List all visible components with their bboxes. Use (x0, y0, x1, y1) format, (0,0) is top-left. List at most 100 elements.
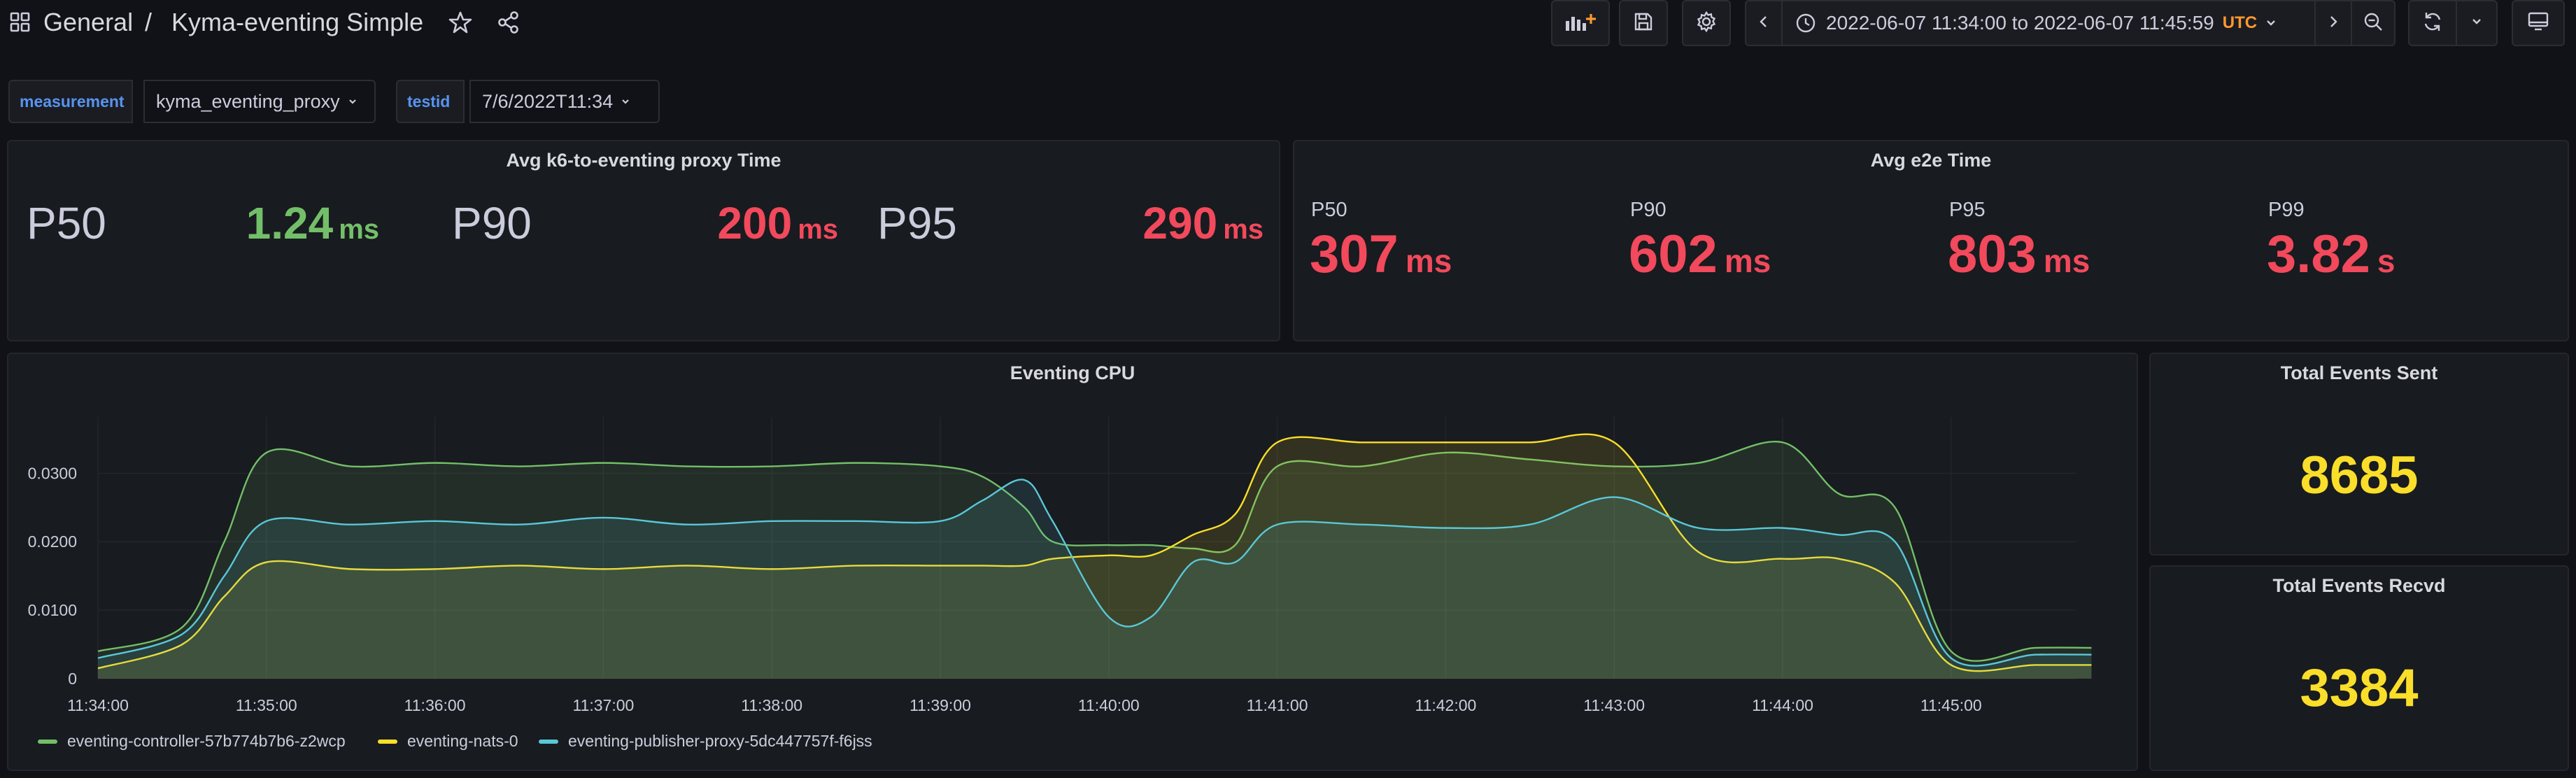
events-recvd-value: 3384 (2300, 658, 2419, 718)
legend-swatch (38, 739, 57, 744)
proxy-time-panel[interactable]: Avg k6-to-eventing proxy Time P50 1.24 ms… (7, 140, 1280, 341)
stat-label: P99 (2268, 199, 2305, 221)
timezone-label: UTC (2222, 13, 2258, 32)
measurement-variable-select[interactable]: kyma_eventing_proxy (143, 80, 376, 123)
breadcrumb-folder[interactable]: General (43, 8, 133, 37)
panel-title: Total Events Sent (2280, 362, 2438, 383)
panel-title: Total Events Recvd (2272, 575, 2446, 596)
stat-number: 1.24 (246, 198, 334, 248)
legend-item[interactable]: eventing-controller-57b774b7b6-z2wcp (38, 732, 346, 751)
time-range-picker[interactable]: 2022-06-07 11:34:00 to 2022-06-07 11:45:… (1781, 0, 2316, 46)
stat-label: P50 (1311, 199, 1347, 221)
refresh-icon (2421, 10, 2444, 36)
legend-swatch (378, 739, 397, 744)
stat-unit: ms (2043, 243, 2090, 279)
save-dashboard-button[interactable] (1619, 0, 1668, 46)
stat-number: 602 (1629, 225, 1718, 284)
x-tick-label: 11:36:00 (404, 696, 466, 714)
x-tick-label: 11:37:00 (572, 696, 634, 714)
stat-label: P90 (1630, 199, 1666, 221)
stat-value: 803 ms (1948, 224, 2090, 285)
clock-icon (1795, 13, 1816, 34)
x-tick-label: 11:45:00 (1920, 696, 1982, 714)
stat-value: 602 ms (1629, 224, 1771, 285)
x-tick-label: 11:41:00 (1247, 696, 1308, 714)
measurement-variable-value: kyma_eventing_proxy (156, 90, 340, 112)
chevron-down-icon (620, 96, 631, 107)
save-icon (1633, 11, 1654, 36)
stat-label: P95 (1949, 199, 1986, 221)
stat-unit: ms (798, 214, 838, 245)
stat-value: 290 ms (1142, 197, 1264, 249)
stat-unit: ms (1405, 243, 1452, 279)
stat-number: 290 (1142, 198, 1218, 248)
chevron-down-icon (2264, 16, 2278, 30)
time-shift-forward-button[interactable] (2314, 0, 2352, 46)
stat-number: 803 (1948, 225, 2037, 284)
stat-number: 307 (1310, 225, 1399, 284)
zoom-out-icon (2363, 11, 2384, 36)
x-tick-label: 11:42:00 (1415, 696, 1476, 714)
stat-number: 3.82 (2267, 225, 2370, 284)
y-tick-label: 0.0300 (28, 464, 77, 482)
x-tick-label: 11:34:00 (67, 696, 129, 714)
settings-icon (1695, 10, 1718, 36)
x-tick-label: 11:35:00 (236, 696, 297, 714)
y-tick-label: 0.0200 (28, 532, 77, 551)
testid-variable-select[interactable]: 7/6/2022T11:34 (469, 80, 660, 123)
star-icon[interactable] (448, 10, 473, 38)
legend-label: eventing-publisher-proxy-5dc447757f-f6js… (568, 732, 872, 750)
stat-unit: s (2377, 243, 2395, 279)
breadcrumb-separator: / (145, 8, 153, 36)
x-tick-label: 11:44:00 (1752, 696, 1813, 714)
share-icon[interactable] (496, 10, 521, 38)
panel-title: Avg k6-to-eventing proxy Time (506, 150, 781, 171)
x-tick-label: 11:43:00 (1583, 696, 1645, 714)
y-tick-label: 0 (68, 670, 77, 688)
cpu-chart[interactable]: 11:34:00 11:35:00 11:36:00 11:37:00 11:38:00… (8, 354, 2139, 772)
tv-icon (2527, 11, 2549, 36)
chevron-left-icon (1757, 13, 1771, 34)
stat-value: 1.24 ms (246, 197, 379, 249)
panel-title: Avg e2e Time (1870, 150, 1992, 171)
tv-mode-button[interactable] (2512, 0, 2565, 46)
stat-label: P95 (877, 198, 957, 248)
stat-unit: ms (1724, 243, 1771, 279)
apps-icon[interactable] (10, 12, 31, 33)
legend-item[interactable]: eventing-publisher-proxy-5dc447757f-f6js… (539, 732, 872, 751)
x-tick-label: 11:39:00 (910, 696, 971, 714)
chevron-down-icon (347, 96, 358, 107)
add-panel-button[interactable] (1551, 0, 1610, 46)
refresh-interval-dropdown[interactable] (2456, 0, 2498, 46)
total-events-recvd-panel[interactable]: Total Events Recvd 3384 (2149, 565, 2569, 771)
dashboard-title[interactable]: Kyma-eventing Simple (171, 8, 423, 37)
legend-swatch (539, 739, 558, 744)
add-panel-icon (1564, 11, 1597, 36)
zoom-out-button[interactable] (2351, 0, 2395, 46)
x-tick-label: 11:38:00 (741, 696, 802, 714)
time-shift-back-button[interactable] (1745, 0, 1783, 46)
stat-unit: ms (1223, 214, 1264, 245)
legend-label: eventing-nats-0 (407, 732, 518, 750)
stat-value: 3.82 s (2267, 224, 2395, 285)
legend-item[interactable]: eventing-nats-0 (378, 732, 518, 751)
dashboard-header: General / Kyma-eventing Simple 2022-06-0… (0, 0, 2576, 49)
e2e-time-panel[interactable]: Avg e2e Time P50 307 ms P90 602 ms P95 803… (1293, 140, 2569, 341)
stat-number: 200 (717, 198, 793, 248)
refresh-button[interactable] (2408, 0, 2457, 46)
dashboard-settings-button[interactable] (1682, 0, 1731, 46)
stat-label: P90 (452, 198, 532, 248)
eventing-cpu-panel[interactable]: Eventing CPU 11:34:00 11:35:00 11:36:00 11:… (7, 353, 2138, 771)
stat-value: 307 ms (1310, 224, 1452, 285)
chevron-right-icon (2326, 13, 2340, 34)
testid-variable-value: 7/6/2022T11:34 (482, 90, 614, 112)
chevron-down-icon (2470, 15, 2484, 32)
stat-unit: ms (339, 214, 379, 245)
total-events-sent-panel[interactable]: Total Events Sent 8685 (2149, 353, 2569, 556)
testid-variable-label: testid (396, 80, 465, 123)
y-tick-label: 0.0100 (28, 601, 77, 619)
stat-label: P50 (27, 198, 106, 248)
events-sent-value: 8685 (2300, 446, 2419, 505)
stat-value: 200 ms (717, 197, 838, 249)
legend-label: eventing-controller-57b774b7b6-z2wcp (67, 732, 346, 750)
